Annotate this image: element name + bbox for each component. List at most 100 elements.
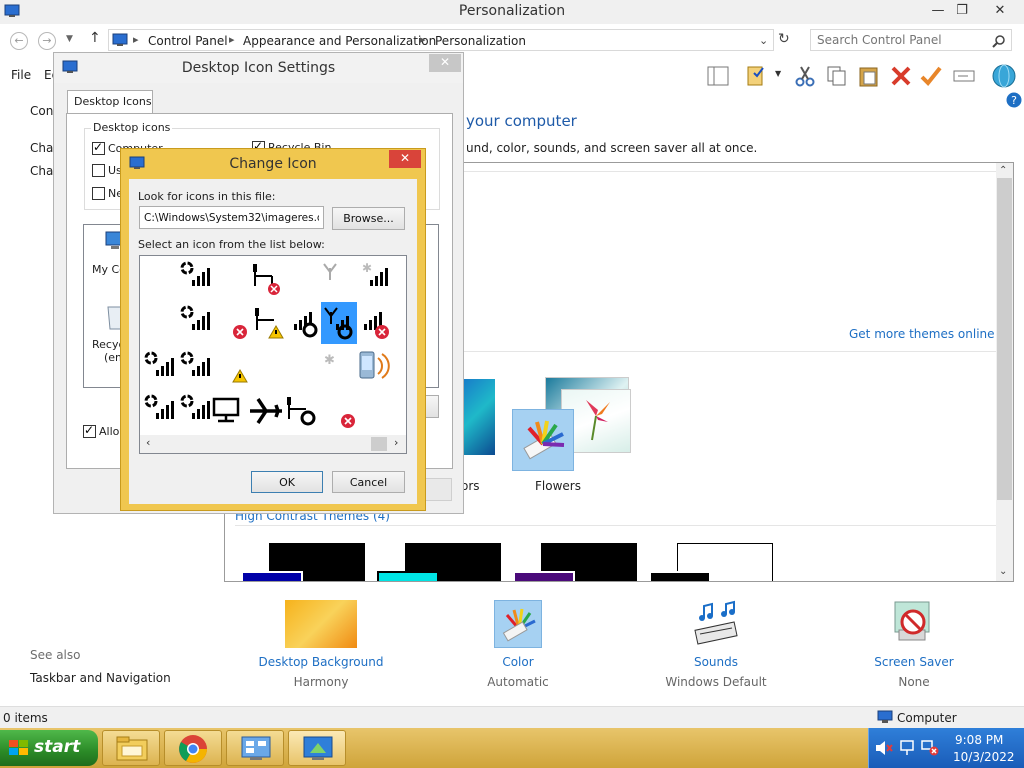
icon-airplane-mode[interactable]: [248, 391, 284, 433]
icon-signal-bars[interactable]: ✱: [360, 258, 396, 300]
scroll-left-icon[interactable]: ‹: [146, 436, 150, 449]
taskbar-chrome[interactable]: [164, 730, 222, 766]
rename-icon[interactable]: [952, 64, 976, 88]
cut-icon[interactable]: [793, 64, 817, 88]
icon-wifi-disconnected[interactable]: [178, 258, 214, 300]
allow-themes-checkbox[interactable]: [83, 423, 96, 438]
network-disconnected-icon[interactable]: [921, 740, 939, 756]
up-button[interactable]: ↑: [89, 30, 101, 46]
icon-asterisk[interactable]: ✱: [322, 348, 358, 390]
breadcrumb-personalization[interactable]: Personalization: [435, 34, 526, 48]
apply-button[interactable]: [424, 478, 452, 501]
file-path-input[interactable]: [139, 206, 324, 229]
see-also-taskbar-link[interactable]: Taskbar and Navigation: [30, 671, 171, 685]
menu-file[interactable]: File: [11, 68, 31, 82]
control-panel-icon: [112, 33, 128, 46]
icon-ethernet-search[interactable]: [284, 391, 320, 433]
theme-flowers-selected-frame[interactable]: [512, 409, 574, 471]
screen-saver-link[interactable]: Screen Saver: [834, 655, 994, 669]
scrollbar-thumb[interactable]: [371, 437, 387, 451]
status-computer: Computer: [897, 711, 957, 725]
refresh-icon[interactable]: ↻: [778, 31, 790, 47]
sounds-item[interactable]: Sounds Windows Default: [636, 600, 796, 689]
breadcrumb-control-panel[interactable]: Control Panel: [148, 34, 228, 48]
properties-dropdown-icon[interactable]: ▼: [775, 69, 781, 78]
delete-icon[interactable]: [889, 64, 913, 88]
layout-icon[interactable]: [706, 64, 730, 88]
screen-saver-icon: [894, 601, 930, 641]
close-button[interactable]: ✕: [980, 0, 1020, 22]
icon-wired-network[interactable]: [212, 391, 248, 433]
icon-ethernet-warning[interactable]: [252, 302, 288, 344]
icon-ethernet-error[interactable]: [248, 258, 284, 300]
desktop-background-item[interactable]: Desktop Background Harmony: [241, 600, 401, 689]
network-checkbox[interactable]: [92, 187, 105, 200]
cancel-button[interactable]: Cancel: [332, 471, 405, 493]
scroll-up-icon[interactable]: ⌃: [999, 165, 1007, 176]
breadcrumb-appearance[interactable]: Appearance and Personalization: [243, 34, 436, 48]
icon-wifi-connected[interactable]: [142, 348, 178, 390]
taskbar-personalization[interactable]: [288, 730, 346, 766]
error-icon: [341, 414, 355, 428]
ethernet-error-icon: [253, 264, 280, 295]
scrollbar-thumb[interactable]: [997, 178, 1012, 500]
icon-list[interactable]: ✱ ✱: [139, 255, 407, 454]
tab-desktop-icons[interactable]: Desktop Icons: [67, 90, 153, 114]
scroll-right-icon[interactable]: ›: [394, 436, 398, 449]
search-input[interactable]: [817, 33, 987, 47]
recent-dropdown-icon[interactable]: ▼: [66, 34, 73, 44]
user-files-checkbox[interactable]: [92, 164, 105, 177]
left-pane-link-control-panel-home[interactable]: Con: [30, 104, 53, 118]
desktop-background-link[interactable]: Desktop Background: [241, 655, 401, 669]
paste-icon[interactable]: [857, 64, 881, 88]
address-box[interactable]: ▸ Control Panel ▸ Appearance and Persona…: [108, 29, 774, 51]
ok-button[interactable]: OK: [251, 471, 323, 493]
icon-signal-error[interactable]: [360, 302, 396, 344]
high-contrast-theme-3-window: [513, 571, 575, 581]
dialog-close-button[interactable]: ✕: [389, 150, 421, 168]
color-item[interactable]: Color Automatic: [438, 600, 598, 689]
icon-antenna[interactable]: [318, 258, 354, 300]
icon-warning[interactable]: [230, 348, 266, 390]
icon-wifi-full[interactable]: [178, 348, 214, 390]
icon-antenna-selected[interactable]: [321, 302, 357, 344]
taskbar-file-explorer[interactable]: [102, 730, 160, 766]
checkmark-icon[interactable]: [919, 64, 943, 88]
color-palette-icon: [523, 420, 565, 460]
sounds-link[interactable]: Sounds: [636, 655, 796, 669]
computer-checkbox[interactable]: [92, 140, 105, 155]
get-more-themes-link[interactable]: Get more themes online: [849, 327, 995, 341]
icon-wifi-1[interactable]: [142, 391, 178, 433]
start-button[interactable]: start: [0, 730, 98, 766]
icon-list-scrollbar[interactable]: ‹ ›: [140, 435, 406, 453]
dialog-title: Desktop Icon Settings: [181, 60, 336, 76]
forward-button[interactable]: →: [38, 32, 56, 50]
scroll-down-icon[interactable]: ⌄: [999, 566, 1007, 577]
network-icon[interactable]: [899, 740, 917, 756]
high-contrast-theme-4-window: [649, 571, 711, 581]
address-dropdown-icon[interactable]: ⌄: [759, 34, 768, 47]
volume-muted-icon[interactable]: [875, 740, 893, 756]
back-button[interactable]: ←: [10, 32, 28, 50]
taskbar-control-panel[interactable]: [226, 730, 284, 766]
clock-time[interactable]: 9:08 PM: [955, 733, 1003, 747]
copy-icon[interactable]: [825, 64, 849, 88]
properties-icon[interactable]: [745, 64, 769, 88]
icon-mobile-broadband[interactable]: [358, 348, 394, 390]
dialog-title: Change Icon: [229, 156, 317, 172]
clock-date[interactable]: 10/3/2022: [953, 750, 1015, 764]
icon-error-small[interactable]: [338, 391, 374, 433]
icon-wifi-2[interactable]: [178, 391, 214, 433]
screen-saver-item[interactable]: Screen Saver None: [834, 600, 994, 689]
theme-flowers-label[interactable]: Flowers: [535, 479, 581, 493]
color-link[interactable]: Color: [438, 655, 598, 669]
icon-wifi-search[interactable]: [178, 302, 214, 344]
browse-button[interactable]: Browse...: [332, 207, 405, 230]
color-value: Automatic: [487, 675, 549, 689]
help-icon[interactable]: ?: [1006, 92, 1022, 108]
dialog-close-button[interactable]: ✕: [429, 54, 461, 72]
search-icon[interactable]: [992, 34, 1006, 48]
restore-button[interactable]: ❐: [946, 0, 978, 22]
globe-icon[interactable]: [990, 62, 1018, 90]
network-wireless-icon: [180, 261, 210, 286]
